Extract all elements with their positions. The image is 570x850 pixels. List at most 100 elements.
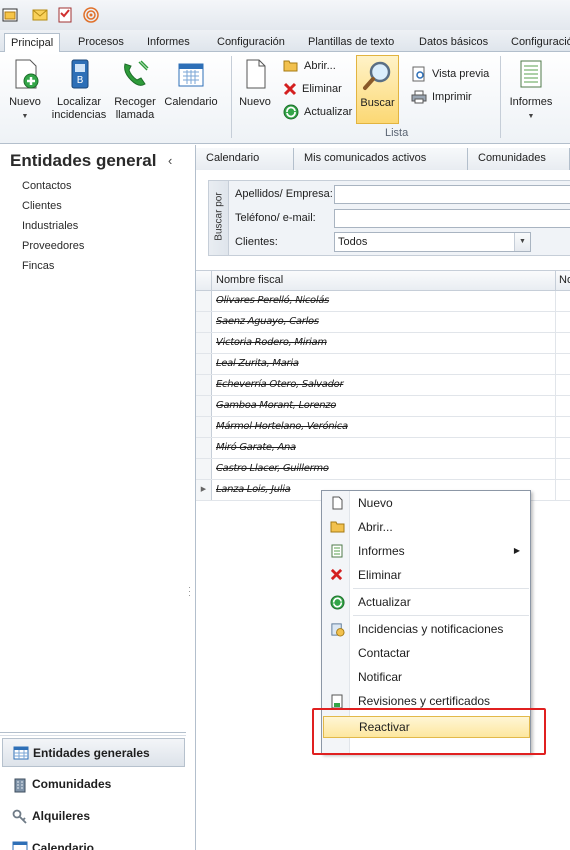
menu-item-abrir[interactable]: Abrir... xyxy=(323,516,530,538)
tab-plantillas[interactable]: Plantillas de texto xyxy=(302,33,400,52)
nav-item-industriales[interactable]: Industriales xyxy=(22,220,78,232)
nombre-fiscal-cell: Gamboa Morant, Lorenzo xyxy=(216,400,337,411)
tab-comunidades[interactable]: Comunidades xyxy=(468,148,570,170)
nuevo-button[interactable]: Nuevo ▼ xyxy=(4,58,46,123)
menu-item-eliminar[interactable]: Eliminar xyxy=(323,564,530,586)
menu-item-notificar[interactable]: Notificar xyxy=(323,666,530,688)
menu-item-informes[interactable]: Informes ▶ xyxy=(323,540,530,562)
table-row[interactable]: Olivares Perelló, Nicolás xyxy=(196,291,570,312)
tab-calendario[interactable]: Calendario xyxy=(196,148,294,170)
nav-button-label: Calendario xyxy=(32,841,95,850)
actualizar-label: Actualizar xyxy=(304,106,353,118)
tab-datos-basicos[interactable]: Datos básicos xyxy=(413,33,494,52)
apellidos-label: Apellidos/ Empresa: xyxy=(235,188,333,200)
nombre-fiscal-cell: Miró Garate, Ana xyxy=(216,442,296,453)
search-panel-header[interactable]: Buscar por xyxy=(209,181,229,255)
menu-item-contactar[interactable]: Contactar xyxy=(323,642,530,664)
nuevo-lista-button[interactable]: Nuevo xyxy=(236,58,274,109)
mail-icon[interactable] xyxy=(32,7,48,23)
cell-divider xyxy=(555,417,556,437)
row-indicator-header xyxy=(196,271,212,291)
eliminar-button[interactable]: Eliminar xyxy=(283,79,342,99)
tab-principal[interactable]: Principal xyxy=(4,33,61,53)
nav-button-entidades-generales[interactable]: Entidades generales xyxy=(2,738,185,767)
dropdown-arrow-icon: ▼ xyxy=(21,113,29,120)
buscar-button[interactable]: Buscar xyxy=(356,55,399,124)
menu-item-nuevo[interactable]: Nuevo xyxy=(323,492,530,514)
nav-button-comunidades[interactable]: Comunidades xyxy=(2,770,185,799)
clientes-select[interactable]: Todos ▼ xyxy=(334,232,531,252)
app-icon[interactable] xyxy=(2,7,18,23)
menu-item-actualizar[interactable]: Actualizar xyxy=(323,591,530,613)
table-icon xyxy=(13,746,29,760)
nav-splitter[interactable] xyxy=(0,732,186,736)
calendario-button[interactable]: Calendario xyxy=(163,58,219,109)
table-row[interactable]: Echeverría Otero, Salvador xyxy=(196,375,570,396)
menu-item-label: Eliminar xyxy=(358,568,402,582)
table-row[interactable]: Gamboa Morant, Lorenzo xyxy=(196,396,570,417)
tab-procesos[interactable]: Procesos xyxy=(72,33,130,52)
calendario-label: Calendario xyxy=(164,96,218,108)
tab-mis-comunicados[interactable]: Mis comunicados activos xyxy=(294,148,468,170)
column-header-nombre-fiscal[interactable]: Nombre fiscal xyxy=(216,274,283,286)
delete-x-icon xyxy=(283,83,297,96)
table-row[interactable]: Miró Garate, Ana xyxy=(196,438,570,459)
dropdown-arrow-icon[interactable]: ▼ xyxy=(514,233,530,251)
printer-icon xyxy=(411,90,427,104)
tasks-icon[interactable] xyxy=(57,7,73,23)
table-row[interactable]: Mármol Hortelano, Verónica xyxy=(196,417,570,438)
folder-open-icon xyxy=(283,60,298,72)
nav-button-label: Alquileres xyxy=(32,809,91,823)
delete-x-icon xyxy=(330,568,343,581)
blank-document-icon xyxy=(332,496,343,510)
buscar-por-label: Buscar por xyxy=(213,192,225,241)
table-row[interactable]: Castro Llacer, Guillermo xyxy=(196,459,570,480)
nav-item-clientes[interactable]: Clientes xyxy=(22,200,62,212)
tab-informes[interactable]: Informes xyxy=(141,33,196,52)
search-panel: Buscar por Apellidos/ Empresa: Teléfono/… xyxy=(208,180,570,256)
table-row[interactable]: Victoria Rodero, Miriam xyxy=(196,333,570,354)
row-indicator xyxy=(196,312,212,332)
tab-configuracion[interactable]: Configuración xyxy=(211,33,291,52)
table-row[interactable]: Saenz Aguayo, Carlos xyxy=(196,312,570,333)
menu-item-incidencias[interactable]: Incidencias y notificaciones xyxy=(323,618,530,640)
nav-item-fincas[interactable]: Fincas xyxy=(22,260,54,272)
localizar-incidencias-button[interactable]: B Localizar incidencias xyxy=(50,58,108,122)
actualizar-button[interactable]: Actualizar xyxy=(283,102,352,122)
nombre-fiscal-cell: Saenz Aguayo, Carlos xyxy=(216,316,319,327)
abrir-button[interactable]: Abrir... xyxy=(283,56,336,76)
recoger-llamada-button[interactable]: Recoger llamada xyxy=(110,58,160,122)
menu-item-label: Informes xyxy=(358,544,405,558)
nombre-fiscal-cell: Victoria Rodero, Miriam xyxy=(216,337,327,348)
collapse-chevron-icon[interactable]: ‹ xyxy=(168,153,172,168)
tab-configuracion-2[interactable]: Configuració xyxy=(505,33,570,52)
quick-access-toolbar xyxy=(0,0,570,30)
resize-grip-icon[interactable]: · · · xyxy=(188,583,191,600)
nav-item-contactos[interactable]: Contactos xyxy=(22,180,72,192)
broadcast-icon[interactable] xyxy=(83,7,99,23)
nav-item-proveedores[interactable]: Proveedores xyxy=(22,240,84,252)
cell-divider xyxy=(555,312,556,332)
table-row[interactable]: Leal Zurita, Maria xyxy=(196,354,570,375)
certificate-icon xyxy=(331,694,343,709)
highlight-annotation-box xyxy=(312,708,546,755)
current-row-arrow-icon: ▶ xyxy=(196,480,212,500)
informes-button[interactable]: Informes ▼ xyxy=(506,58,556,123)
telefono-label: Teléfono/ e-mail: xyxy=(235,212,316,224)
apellidos-empresa-input[interactable] xyxy=(334,185,570,204)
refresh-icon xyxy=(283,104,299,120)
phone-book-icon: B xyxy=(71,59,89,89)
cell-divider xyxy=(555,396,556,416)
nombre-fiscal-cell: Leal Zurita, Maria xyxy=(216,358,299,369)
nav-button-alquileres[interactable]: Alquileres xyxy=(2,802,185,831)
recoger-label-2: llamada xyxy=(115,109,155,121)
nav-button-calendario[interactable]: Calendario xyxy=(2,834,185,850)
vista-previa-button[interactable]: Vista previa xyxy=(411,64,489,84)
menu-separator xyxy=(353,615,529,616)
column-header-next[interactable]: No xyxy=(555,271,570,291)
clientes-label: Clientes: xyxy=(235,236,278,248)
row-indicator xyxy=(196,354,212,374)
imprimir-button[interactable]: Imprimir xyxy=(411,87,472,107)
telefono-email-input[interactable] xyxy=(334,209,570,228)
row-indicator xyxy=(196,459,212,479)
